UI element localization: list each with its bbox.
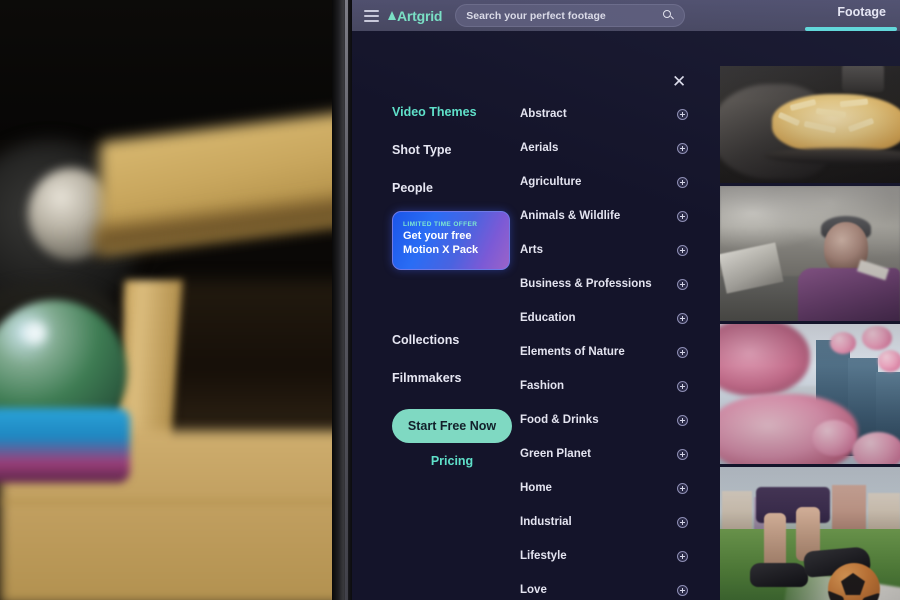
category-row-industrial[interactable]: Industrial: [520, 505, 700, 539]
category-label: Industrial: [520, 516, 572, 528]
thumb-fries-pile: [772, 94, 900, 154]
plus-circle-icon[interactable]: [677, 210, 688, 222]
plus-circle-icon[interactable]: [677, 482, 688, 494]
menu-nav-column: Video Themes Shot Type People LIMITED TI…: [392, 93, 522, 270]
nav-item-shot-type[interactable]: Shot Type: [392, 131, 522, 169]
category-row-abstract[interactable]: Abstract: [520, 97, 700, 131]
category-label: Aerials: [520, 142, 559, 154]
category-label: Education: [520, 312, 576, 324]
plus-circle-icon[interactable]: [677, 278, 688, 290]
thumbnail-cherry-blossoms-city-skyline[interactable]: [720, 324, 900, 464]
logo-triangle-icon: [388, 11, 396, 20]
category-row-education[interactable]: Education: [520, 301, 700, 335]
category-label: Food & Drinks: [520, 414, 599, 426]
background-shelf-cavity: [170, 280, 352, 430]
category-label: Home: [520, 482, 552, 494]
category-label: Green Planet: [520, 448, 591, 460]
laptop-bezel-highlight: [345, 0, 348, 600]
nav-item-filmmakers[interactable]: Filmmakers: [392, 359, 522, 397]
site-header: Artgrid Footage: [352, 0, 900, 31]
category-label: Animals & Wildlife: [520, 210, 621, 222]
promo-headline-line1: Get your free: [403, 230, 472, 242]
logo-text: Artgrid: [397, 7, 443, 24]
promo-kicker: LIMITED TIME OFFER: [403, 221, 478, 228]
category-row-food-drinks[interactable]: Food & Drinks: [520, 403, 700, 437]
nav-item-collections[interactable]: Collections: [392, 321, 522, 359]
background-photo-desk: [0, 0, 352, 600]
plus-circle-icon[interactable]: [677, 584, 688, 596]
thumb-pan-rim: [764, 148, 900, 164]
category-row-business-professions[interactable]: Business & Professions: [520, 267, 700, 301]
category-label: Elements of Nature: [520, 346, 625, 358]
thumbnail-rail: [720, 66, 900, 600]
promo-headline-line2: Motion X Pack: [403, 243, 479, 256]
laptop-screen: Artgrid Footage ✕ Video Themes Shot Type…: [352, 0, 900, 600]
nav-item-label: Shot Type: [392, 143, 452, 157]
nav-item-label: People: [392, 181, 433, 195]
category-row-animals-wildlife[interactable]: Animals & Wildlife: [520, 199, 700, 233]
start-free-now-button[interactable]: Start Free Now: [392, 409, 512, 443]
plus-circle-icon[interactable]: [677, 516, 688, 528]
menu-nav-secondary-column: Collections Filmmakers Start Free Now Pr…: [392, 321, 522, 468]
category-row-lifestyle[interactable]: Lifestyle: [520, 539, 700, 573]
plus-circle-icon[interactable]: [677, 380, 688, 392]
plus-circle-icon[interactable]: [677, 414, 688, 426]
nav-item-label: Collections: [392, 333, 460, 347]
tab-footage[interactable]: Footage: [837, 5, 886, 19]
search-bar[interactable]: [455, 4, 686, 27]
category-row-arts[interactable]: Arts: [520, 233, 700, 267]
category-row-green-planet[interactable]: Green Planet: [520, 437, 700, 471]
mega-menu-panel: ✕ Video Themes Shot Type People LIMITED …: [352, 31, 900, 600]
category-list: Abstract Aerials Agriculture Animals & W…: [520, 97, 700, 600]
category-row-aerials[interactable]: Aerials: [520, 131, 700, 165]
search-input[interactable]: [466, 9, 664, 22]
hamburger-icon[interactable]: [364, 9, 379, 22]
category-row-home[interactable]: Home: [520, 471, 700, 505]
category-label: Business & Professions: [520, 278, 652, 290]
background-floor-seam: [0, 500, 352, 504]
category-row-agriculture[interactable]: Agriculture: [520, 165, 700, 199]
nav-item-video-themes[interactable]: Video Themes: [392, 93, 522, 131]
plus-circle-icon[interactable]: [677, 550, 688, 562]
thumb-pan-handle: [842, 66, 884, 92]
plus-circle-icon[interactable]: [677, 448, 688, 460]
plus-circle-icon[interactable]: [677, 346, 688, 358]
category-label: Arts: [520, 244, 544, 256]
promo-banner-motion-x-pack[interactable]: LIMITED TIME OFFER Get your free Motion …: [392, 211, 510, 270]
background-globe-highlight: [24, 322, 46, 344]
plus-circle-icon[interactable]: [677, 142, 688, 154]
category-row-fashion[interactable]: Fashion: [520, 369, 700, 403]
plus-circle-icon[interactable]: [677, 312, 688, 324]
category-label: Love: [520, 584, 547, 596]
search-icon[interactable]: [663, 10, 675, 21]
category-label: Fashion: [520, 380, 565, 392]
category-label: Agriculture: [520, 176, 582, 188]
thumbnail-fries-cooking-in-pan[interactable]: [720, 66, 900, 183]
thumbnail-person-covered-in-dust-rubble[interactable]: [720, 186, 900, 321]
close-icon[interactable]: ✕: [672, 73, 686, 90]
background-globe-base: [0, 408, 130, 483]
category-label: Abstract: [520, 108, 567, 120]
thumbnail-feet-with-soccer-ball-on-pitch[interactable]: [720, 467, 900, 600]
plus-circle-icon[interactable]: [677, 176, 688, 188]
category-row-elements-of-nature[interactable]: Elements of Nature: [520, 335, 700, 369]
artgrid-logo[interactable]: Artgrid: [388, 8, 442, 24]
nav-item-people[interactable]: People: [392, 169, 522, 207]
thumb-shoe: [750, 563, 808, 587]
laptop-screen-bezel: [332, 0, 354, 600]
plus-circle-icon[interactable]: [677, 108, 688, 120]
category-row-love[interactable]: Love: [520, 573, 700, 600]
category-label: Lifestyle: [520, 550, 567, 562]
plus-circle-icon[interactable]: [677, 244, 688, 256]
pricing-link[interactable]: Pricing: [392, 454, 512, 468]
nav-item-label: Filmmakers: [392, 371, 462, 385]
nav-item-label: Video Themes: [392, 105, 477, 119]
